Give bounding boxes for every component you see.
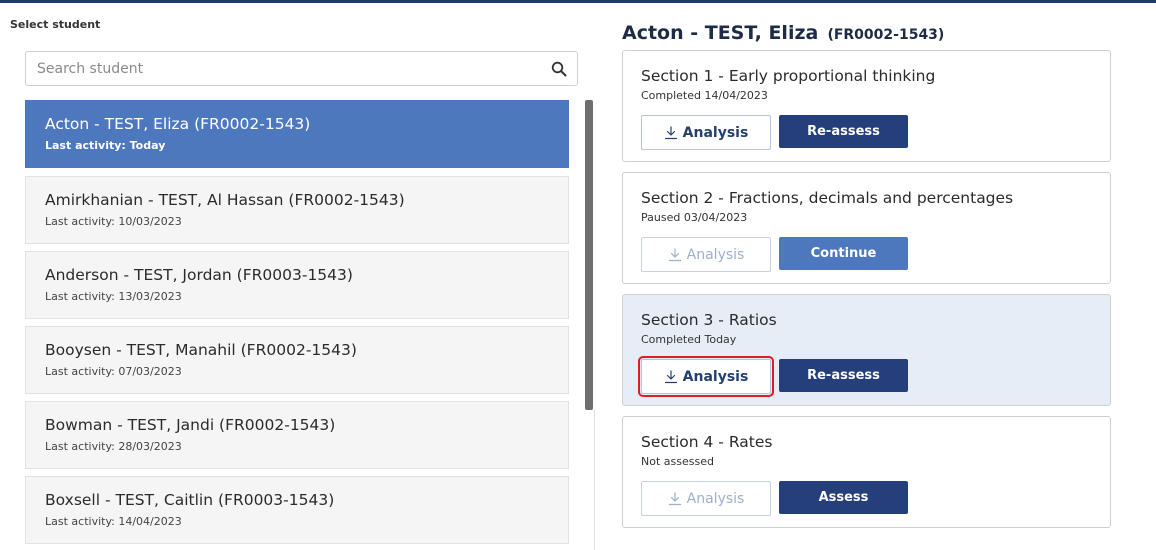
student-name: Acton - TEST, Eliza (FR0002-1543) — [45, 115, 311, 133]
student-last-activity: Last activity: 28/03/2023 — [45, 440, 182, 453]
analysis-label: Analysis — [682, 368, 749, 385]
section-card: Section 2 - Fractions, decimals and perc… — [622, 172, 1111, 284]
student-list-item[interactable]: Amirkhanian - TEST, Al Hassan (FR0002-15… — [25, 176, 569, 244]
student-list-item[interactable]: Acton - TEST, Eliza (FR0002-1543) Last a… — [25, 100, 569, 168]
search-box — [25, 51, 578, 86]
scrollbar-thumb[interactable] — [585, 100, 593, 410]
select-student-label: Select student — [10, 18, 101, 31]
search-icon[interactable] — [551, 61, 567, 77]
student-last-activity: Last activity: Today — [45, 139, 166, 152]
reassess-button[interactable]: Re-assess — [779, 359, 908, 392]
student-list-item[interactable]: Booysen - TEST, Manahil (FR0002-1543) La… — [25, 326, 569, 394]
continue-button[interactable]: Continue — [779, 237, 908, 270]
analysis-button[interactable]: Analysis — [641, 115, 771, 150]
analysis-label: Analysis — [682, 124, 749, 141]
selected-student-name: Acton - TEST, Eliza — [622, 22, 819, 44]
student-name: Anderson - TEST, Jordan (FR0003-1543) — [45, 266, 353, 284]
section-title: Section 4 - Rates — [641, 433, 773, 451]
scrollbar-track-line — [594, 410, 595, 550]
section-status: Completed 14/04/2023 — [641, 89, 768, 102]
student-last-activity: Last activity: 10/03/2023 — [45, 215, 182, 228]
student-name: Booysen - TEST, Manahil (FR0002-1543) — [45, 341, 357, 359]
download-icon — [664, 369, 677, 383]
selected-student-code: (FR0002-1543) — [827, 27, 945, 43]
student-list-item[interactable]: Anderson - TEST, Jordan (FR0003-1543) La… — [25, 251, 569, 319]
student-list-item[interactable]: Boxsell - TEST, Caitlin (FR0003-1543) La… — [25, 476, 569, 544]
analysis-button[interactable]: Analysis — [641, 237, 771, 272]
student-last-activity: Last activity: 14/04/2023 — [45, 515, 182, 528]
download-icon — [668, 247, 681, 261]
assess-button[interactable]: Assess — [779, 481, 908, 514]
section-title: Section 3 - Ratios — [641, 311, 777, 329]
section-status: Not assessed — [641, 455, 714, 468]
search-input[interactable] — [26, 52, 536, 85]
selected-student-title: Acton - TEST, Eliza (FR0002-1543) — [622, 22, 944, 44]
student-last-activity: Last activity: 13/03/2023 — [45, 290, 182, 303]
analysis-button[interactable]: Analysis — [641, 481, 771, 516]
top-border — [0, 0, 1156, 3]
section-status: Completed Today — [641, 333, 737, 346]
section-title: Section 2 - Fractions, decimals and perc… — [641, 189, 1014, 207]
analysis-button[interactable]: Analysis — [638, 356, 774, 397]
section-status: Paused 03/04/2023 — [641, 211, 748, 224]
student-name: Bowman - TEST, Jandi (FR0002-1543) — [45, 416, 336, 434]
download-icon — [664, 125, 677, 139]
section-card: Section 1 - Early proportional thinking … — [622, 50, 1111, 162]
student-name: Boxsell - TEST, Caitlin (FR0003-1543) — [45, 491, 335, 509]
analysis-label: Analysis — [686, 246, 745, 263]
student-list-item[interactable]: Bowman - TEST, Jandi (FR0002-1543) Last … — [25, 401, 569, 469]
download-icon — [668, 491, 681, 505]
section-card: Section 4 - Rates Not assessed Analysis … — [622, 416, 1111, 528]
student-last-activity: Last activity: 07/03/2023 — [45, 365, 182, 378]
student-name: Amirkhanian - TEST, Al Hassan (FR0002-15… — [45, 191, 405, 209]
section-card: Section 3 - Ratios Completed Today Analy… — [622, 294, 1111, 406]
section-title: Section 1 - Early proportional thinking — [641, 67, 936, 85]
reassess-button[interactable]: Re-assess — [779, 115, 908, 148]
analysis-label: Analysis — [686, 490, 745, 507]
